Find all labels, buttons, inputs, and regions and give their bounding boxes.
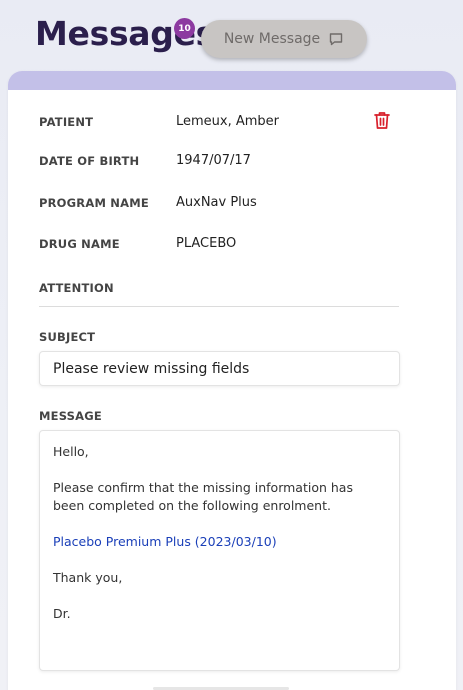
- dob-label: DATE OF BIRTH: [39, 154, 140, 168]
- message-body: Please confirm that the missing informat…: [53, 480, 353, 513]
- subject-label: SUBJECT: [39, 330, 96, 344]
- message-greeting: Hello,: [53, 444, 89, 459]
- patient-value: Lemeux, Amber: [176, 114, 280, 129]
- new-message-label: New Message: [223, 31, 321, 47]
- program-label: PROGRAM NAME: [39, 196, 149, 210]
- trash-icon[interactable]: [373, 110, 391, 130]
- dob-value: 1947/07/17: [176, 153, 251, 168]
- message-textarea[interactable]: Hello, Please confirm that the missing i…: [39, 430, 400, 671]
- attention-label: ATTENTION: [39, 281, 114, 295]
- new-message-button[interactable]: New Message: [201, 20, 367, 58]
- message-signature: Dr.: [53, 606, 71, 621]
- drug-label: DRUG NAME: [39, 237, 120, 251]
- message-form-card: PATIENT Lemeux, Amber DATE OF BIRTH 1947…: [8, 71, 456, 690]
- enrolment-link[interactable]: Placebo Premium Plus (2023/03/10): [53, 534, 277, 549]
- header: Messages 10 New Message: [0, 0, 463, 72]
- drug-value: PLACEBO: [176, 236, 237, 251]
- subject-input[interactable]: [39, 351, 400, 386]
- message-label: MESSAGE: [39, 409, 102, 423]
- message-thanks: Thank you,: [53, 570, 123, 585]
- card-header-strip: [8, 71, 456, 90]
- patient-label: PATIENT: [39, 115, 94, 129]
- program-value: AuxNav Plus: [176, 195, 257, 210]
- unread-count-badge: 10: [174, 18, 195, 39]
- divider: [39, 306, 399, 307]
- chat-bubble-icon: [329, 33, 343, 46]
